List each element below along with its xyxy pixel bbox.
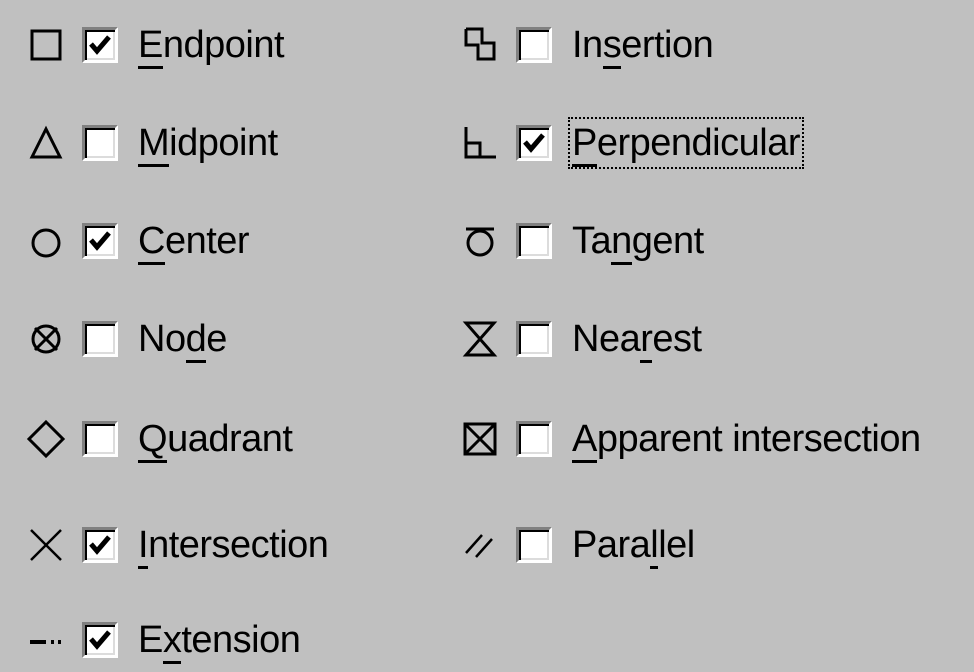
- perpendicular-icon: [456, 119, 504, 167]
- insertion-label[interactable]: Insertion: [572, 23, 714, 69]
- checkmark-icon: [89, 231, 111, 251]
- osnap-row-midpoint[interactable]: Midpoint: [22, 113, 278, 173]
- diamond-icon: [22, 415, 70, 463]
- extension-checkbox[interactable]: [82, 622, 118, 658]
- nearest-label[interactable]: Nearest: [572, 317, 702, 363]
- parallel-label[interactable]: Parallel: [572, 523, 695, 569]
- insertion-icon: [456, 21, 504, 69]
- osnap-row-endpoint[interactable]: Endpoint: [22, 15, 285, 75]
- parallel-checkbox[interactable]: [516, 527, 552, 563]
- quadrant-checkbox[interactable]: [82, 421, 118, 457]
- apparent-intersection-checkbox[interactable]: [516, 421, 552, 457]
- osnap-row-center[interactable]: Center: [22, 211, 250, 271]
- quadrant-label[interactable]: Quadrant: [138, 417, 293, 463]
- checkmark-icon: [89, 535, 111, 555]
- checkmark-icon: [523, 133, 545, 153]
- node-icon: [22, 315, 70, 363]
- apparent-intersection-label[interactable]: Apparent intersection: [572, 417, 921, 463]
- x-icon: [22, 521, 70, 569]
- osnap-row-intersection[interactable]: Intersection: [22, 515, 329, 575]
- apparent-intersection-icon: [456, 415, 504, 463]
- nearest-checkbox[interactable]: [516, 321, 552, 357]
- midpoint-label[interactable]: Midpoint: [138, 121, 278, 167]
- insertion-checkbox[interactable]: [516, 27, 552, 63]
- endpoint-label[interactable]: Endpoint: [138, 23, 285, 69]
- parallel-icon: [456, 521, 504, 569]
- tangent-icon: [456, 217, 504, 265]
- osnap-row-quadrant[interactable]: Quadrant: [22, 409, 293, 469]
- osnap-row-perpendicular[interactable]: Perpendicular: [456, 113, 804, 173]
- extension-label[interactable]: Extension: [138, 618, 301, 664]
- extension-icon: [22, 616, 70, 664]
- square-icon: [22, 21, 70, 69]
- osnap-row-nearest[interactable]: Nearest: [456, 309, 702, 369]
- center-checkbox[interactable]: [82, 223, 118, 259]
- midpoint-checkbox[interactable]: [82, 125, 118, 161]
- osnap-row-insertion[interactable]: Insertion: [456, 15, 714, 75]
- circle-icon: [22, 217, 70, 265]
- osnap-row-apparent-intersection[interactable]: Apparent intersection: [456, 409, 921, 469]
- intersection-label[interactable]: Intersection: [138, 523, 329, 569]
- osnap-row-node[interactable]: Node: [22, 309, 227, 369]
- node-checkbox[interactable]: [82, 321, 118, 357]
- object-snap-modes-panel: Endpoint Midpoint Center Node Quadrant I…: [0, 0, 974, 672]
- node-label[interactable]: Node: [138, 317, 227, 363]
- perpendicular-label[interactable]: Perpendicular: [568, 117, 804, 169]
- osnap-row-tangent[interactable]: Tangent: [456, 211, 704, 271]
- endpoint-checkbox[interactable]: [82, 27, 118, 63]
- intersection-checkbox[interactable]: [82, 527, 118, 563]
- center-label[interactable]: Center: [138, 219, 250, 265]
- triangle-icon: [22, 119, 70, 167]
- osnap-row-parallel[interactable]: Parallel: [456, 515, 695, 575]
- checkmark-icon: [89, 35, 111, 55]
- perpendicular-checkbox[interactable]: [516, 125, 552, 161]
- tangent-label[interactable]: Tangent: [572, 219, 704, 265]
- nearest-icon: [456, 315, 504, 363]
- osnap-row-extension[interactable]: Extension: [22, 610, 301, 670]
- checkmark-icon: [89, 630, 111, 650]
- tangent-checkbox[interactable]: [516, 223, 552, 259]
